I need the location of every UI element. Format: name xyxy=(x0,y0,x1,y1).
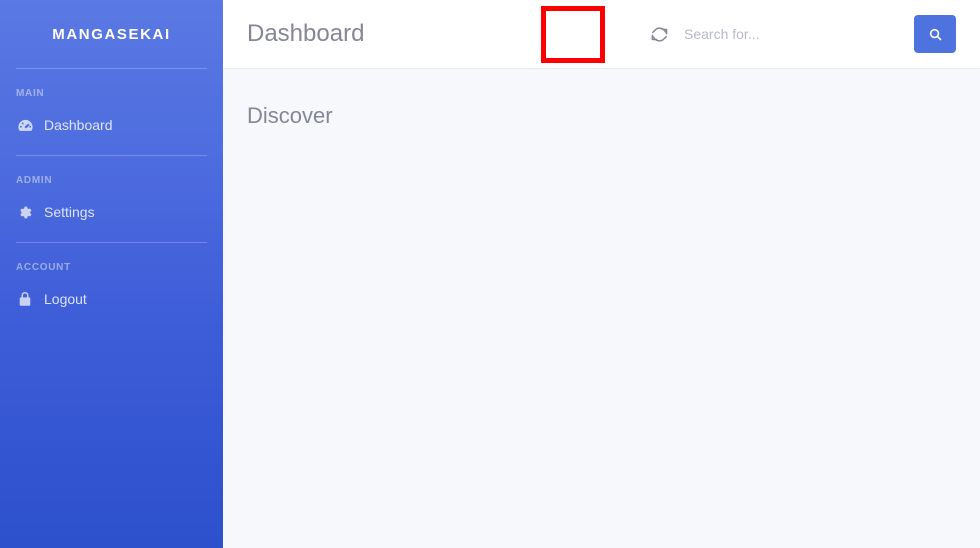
sidebar-item-dashboard[interactable]: Dashboard xyxy=(0,108,223,142)
sidebar-item-logout[interactable]: Logout xyxy=(0,282,223,316)
gear-icon xyxy=(16,203,34,221)
search-form xyxy=(640,15,956,53)
lock-icon xyxy=(16,290,34,308)
content-area: Discover xyxy=(223,68,980,548)
sidebar-heading-account: ACCOUNT xyxy=(16,262,71,273)
sidebar: MANGASEKAI MAIN Dashboard ADMIN Settings… xyxy=(0,0,223,548)
sidebar-item-settings-label: Settings xyxy=(44,204,95,220)
sidebar-item-settings[interactable]: Settings xyxy=(0,195,223,229)
sidebar-group-main: MAIN Dashboard xyxy=(0,69,223,155)
discover-heading: Discover xyxy=(247,103,333,128)
brand-logo[interactable]: MANGASEKAI xyxy=(0,0,223,68)
app-root: MANGASEKAI MAIN Dashboard ADMIN Settings… xyxy=(0,0,980,548)
page-title: Dashboard xyxy=(247,20,365,47)
sidebar-group-admin: ADMIN Settings xyxy=(0,156,223,242)
search-icon xyxy=(928,27,943,42)
topbar: Dashboard xyxy=(223,0,980,68)
refresh-icon xyxy=(651,26,668,43)
sidebar-heading-main: MAIN xyxy=(16,88,45,99)
brand-name: MANGASEKAI xyxy=(52,25,171,43)
main-column: Dashboard Search for... Discover xyxy=(223,0,980,548)
refresh-button[interactable] xyxy=(640,15,678,53)
sidebar-item-logout-label: Logout xyxy=(44,291,87,307)
sidebar-heading-admin: ADMIN xyxy=(16,175,53,186)
search-submit-button[interactable] xyxy=(914,15,956,53)
search-input[interactable] xyxy=(678,15,864,53)
sidebar-item-dashboard-label: Dashboard xyxy=(44,117,113,133)
sidebar-group-account: ACCOUNT Logout xyxy=(0,243,223,329)
tachometer-icon xyxy=(16,116,34,134)
